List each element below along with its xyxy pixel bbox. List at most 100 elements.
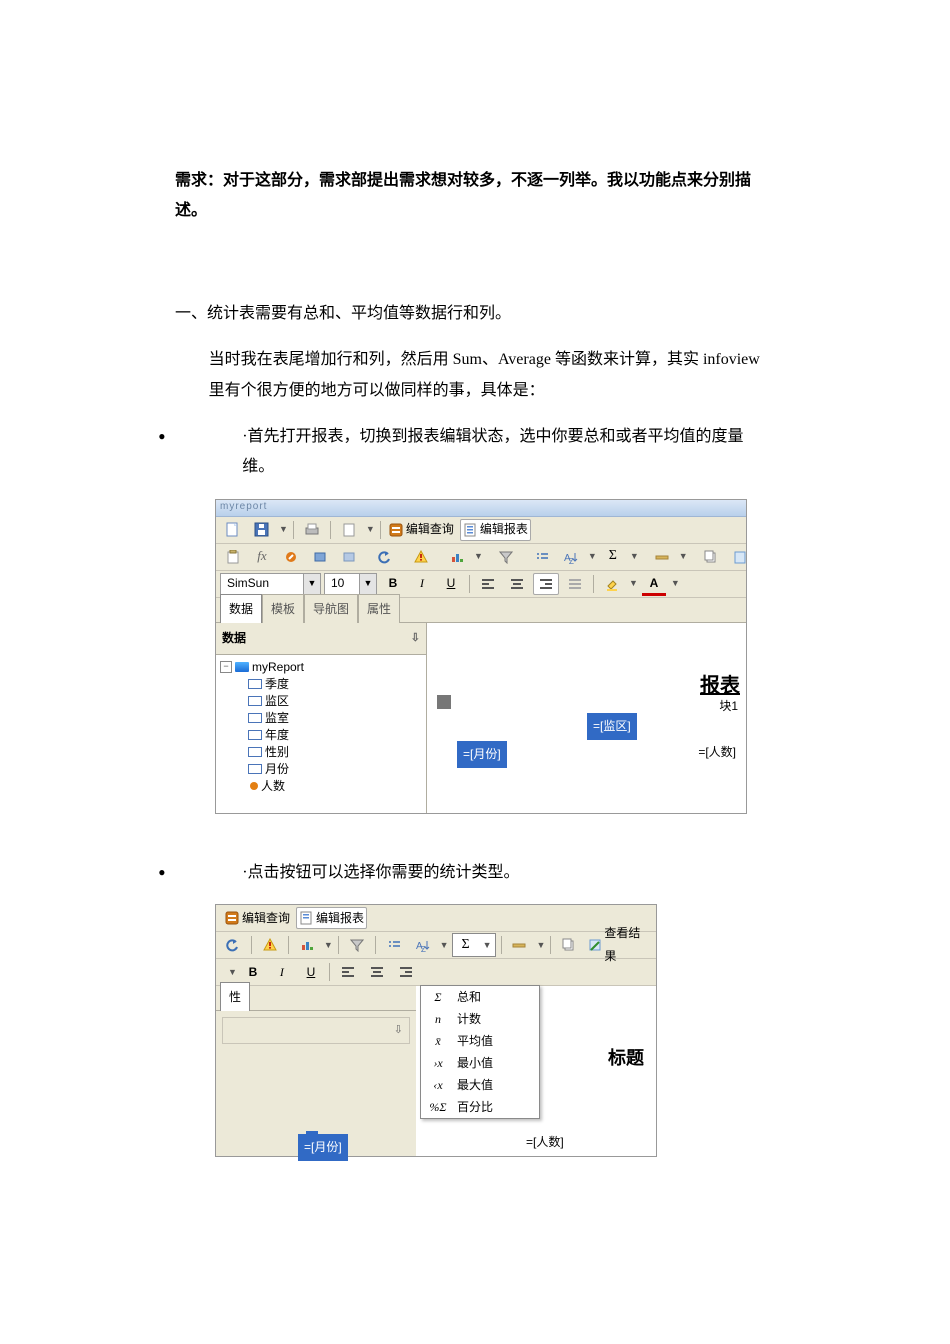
align-tool-dropdown-icon[interactable]: ▼ — [536, 937, 545, 954]
chart-icon[interactable] — [444, 546, 470, 568]
edit-report-button[interactable]: 编辑报表 — [296, 907, 367, 929]
save-icon[interactable] — [249, 519, 275, 541]
sigma-dropdown-icon[interactable]: ▼ — [630, 548, 639, 565]
align-center-icon[interactable] — [504, 573, 530, 595]
sigma-split-button[interactable]: Σ ▼ — [452, 933, 496, 957]
undo-icon[interactable] — [220, 934, 246, 956]
edit-query-button[interactable]: 编辑查询 — [386, 519, 457, 541]
undo-icon[interactable] — [372, 546, 398, 568]
align-left-icon[interactable] — [475, 573, 501, 595]
paste-icon[interactable] — [727, 546, 753, 568]
copy-icon[interactable] — [698, 546, 724, 568]
fx-icon[interactable]: fx — [249, 546, 275, 568]
align-center-icon[interactable] — [364, 961, 390, 983]
copy-icon[interactable] — [556, 934, 582, 956]
data-tree[interactable]: −myReport 季度 监区 监室 年度 性别 月份 人数 — [216, 655, 426, 813]
menu-item-max[interactable]: ‹x最大值 — [421, 1074, 539, 1096]
page-icon[interactable] — [336, 519, 362, 541]
dimension-icon — [248, 730, 262, 740]
tool-a-icon[interactable] — [278, 546, 304, 568]
table-selector-icon[interactable] — [437, 695, 451, 709]
menu-item-pct[interactable]: %Σ百分比 — [421, 1096, 539, 1118]
list-icon[interactable] — [529, 546, 555, 568]
tool-b-icon[interactable] — [307, 546, 333, 568]
sigma-icon[interactable]: Σ — [600, 546, 626, 568]
tool-c-icon[interactable] — [336, 546, 362, 568]
bold-button[interactable]: B — [380, 573, 406, 595]
menu-item-count[interactable]: n计数 — [421, 1008, 539, 1030]
font-color-icon[interactable]: A — [641, 573, 667, 595]
font-name-combo[interactable]: SimSun▼ — [220, 573, 321, 595]
page-dropdown-icon[interactable]: ▼ — [366, 521, 375, 538]
menu-item-sum[interactable]: Σ总和 — [421, 986, 539, 1008]
dimension-icon — [248, 764, 262, 774]
warning-icon[interactable] — [408, 546, 434, 568]
report-canvas[interactable]: 报表 块1 =[监区] =[月份] =[人数] — [427, 623, 746, 813]
tab-template[interactable]: 模板 — [262, 594, 304, 623]
filter-icon[interactable] — [493, 546, 519, 568]
chevron-down-icon[interactable]: ▼ — [228, 964, 237, 981]
field-renshu[interactable]: =[人数] — [526, 1131, 564, 1154]
side-panel-title: 数据 — [222, 627, 246, 650]
toolbar-top: 编辑查询 编辑报表 — [216, 905, 656, 932]
font-size-combo[interactable]: 10▼ — [324, 573, 377, 595]
sort-icon[interactable]: AZ — [558, 546, 584, 568]
align-tool-icon[interactable] — [649, 546, 675, 568]
sigma-icon[interactable]: Σ — [453, 934, 479, 956]
field-jianqu[interactable]: =[监区] — [587, 713, 637, 740]
block-label: 块1 — [719, 695, 738, 718]
align-tool-icon[interactable] — [506, 934, 532, 956]
list-icon[interactable] — [381, 934, 407, 956]
align-tool-dropdown-icon[interactable]: ▼ — [679, 548, 688, 565]
underline-button[interactable]: U — [298, 961, 324, 983]
chart-dropdown-icon[interactable]: ▼ — [324, 937, 333, 954]
chart-dropdown-icon[interactable]: ▼ — [474, 548, 483, 565]
save-dropdown-icon[interactable]: ▼ — [279, 521, 288, 538]
fill-color-dropdown-icon[interactable]: ▼ — [629, 575, 638, 592]
tree-item[interactable]: 人数 — [248, 778, 422, 795]
sort-dropdown-icon[interactable]: ▼ — [588, 548, 597, 565]
bold-button[interactable]: B — [240, 961, 266, 983]
warning-icon[interactable] — [257, 934, 283, 956]
edit-query-button[interactable]: 编辑查询 — [222, 907, 293, 929]
filter-icon[interactable] — [344, 934, 370, 956]
align-justify-icon[interactable] — [562, 573, 588, 595]
field-renshu[interactable]: =[人数] — [698, 741, 736, 764]
align-left-icon[interactable] — [335, 961, 361, 983]
sigma-dropdown-icon[interactable]: ▼ — [480, 937, 495, 954]
field-yuefen[interactable]: =[月份] — [298, 1134, 348, 1161]
clipboard-icon[interactable] — [220, 546, 246, 568]
screenshot-report-editor: myreport ▼ ▼ 编辑查询 编辑报表 fx — [215, 499, 747, 814]
align-right-icon[interactable] — [393, 961, 419, 983]
italic-button[interactable]: I — [409, 573, 435, 595]
view-result-button[interactable]: 查看结果 — [585, 934, 652, 956]
menu-item-avg[interactable]: x̄平均值 — [421, 1030, 539, 1052]
chart-icon[interactable] — [294, 934, 320, 956]
chevron-down-icon: ▼ — [359, 574, 376, 594]
tab-nav[interactable]: 导航图 — [304, 594, 358, 623]
expand-icon[interactable]: − — [220, 661, 232, 673]
align-right-icon[interactable] — [533, 573, 559, 595]
print-icon[interactable] — [299, 519, 325, 541]
menu-item-min[interactable]: ›x最小值 — [421, 1052, 539, 1074]
tab-data[interactable]: 数据 — [220, 594, 262, 623]
font-color-dropdown-icon[interactable]: ▼ — [671, 575, 680, 592]
dimension-icon — [248, 679, 262, 689]
field-yuefen[interactable]: =[月份] — [457, 741, 507, 768]
new-doc-icon[interactable] — [220, 519, 246, 541]
sort-icon[interactable]: AZ — [410, 934, 436, 956]
pin-icon[interactable]: ⇩ — [411, 628, 420, 649]
tab-left[interactable]: 性 — [220, 982, 250, 1011]
sigma-menu: Σ总和 n计数 x̄平均值 ›x最小值 ‹x最大值 %Σ百分比 — [420, 985, 540, 1119]
report-canvas-2[interactable]: Σ总和 n计数 x̄平均值 ›x最小值 ‹x最大值 %Σ百分比 标题 =[人数] — [416, 986, 656, 1156]
pin-icon[interactable]: ⇩ — [394, 1020, 403, 1041]
edit-report-button[interactable]: 编辑报表 — [460, 519, 531, 541]
fill-color-icon[interactable] — [599, 573, 625, 595]
toolbar-1: ▼ ▼ 编辑查询 编辑报表 — [216, 517, 746, 544]
tab-props[interactable]: 属性 — [358, 594, 400, 623]
measure-icon — [250, 782, 258, 790]
section-1-title: 一、统计表需要有总和、平均值等数据行和列。 — [175, 299, 775, 329]
underline-button[interactable]: U — [438, 573, 464, 595]
sort-dropdown-icon[interactable]: ▼ — [440, 937, 449, 954]
italic-button[interactable]: I — [269, 961, 295, 983]
